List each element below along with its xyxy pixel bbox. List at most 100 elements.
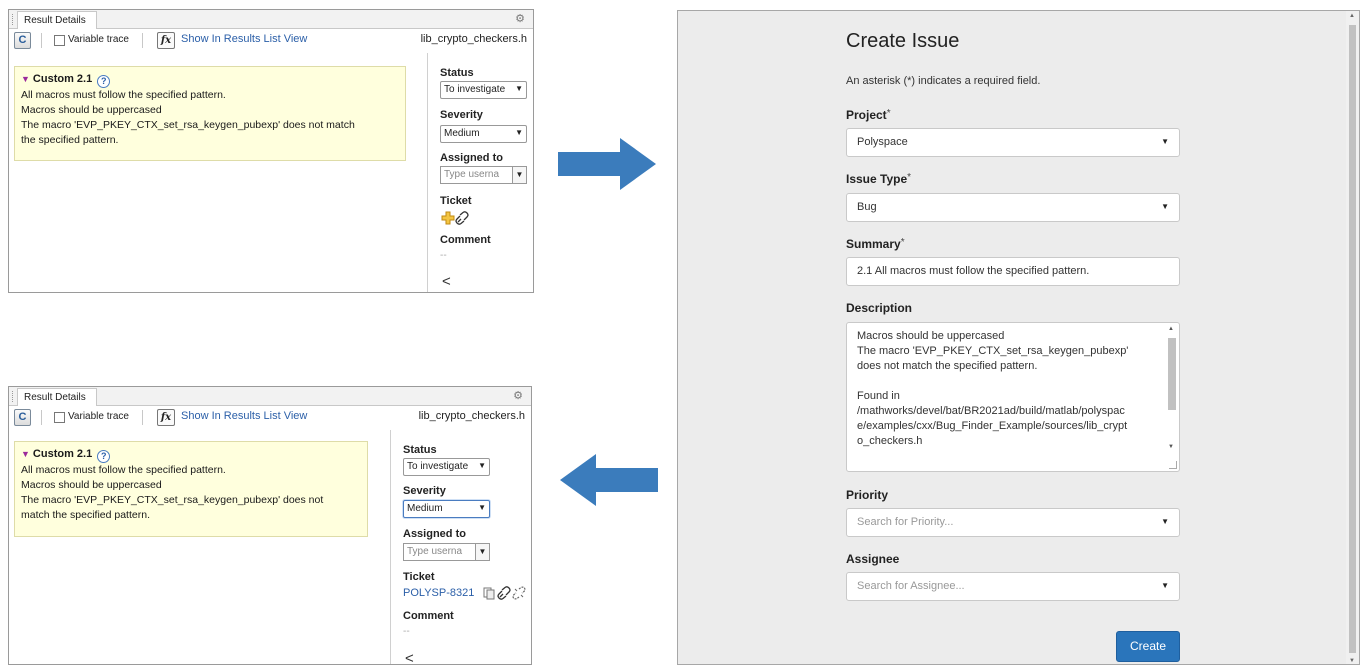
description-line: o_checkers.h: [857, 435, 923, 447]
description-text: Macros should be uppercased The macro 'E…: [857, 329, 1162, 449]
result-title-text: Custom 2.1: [32, 73, 93, 85]
severity-dropdown[interactable]: Medium ▼: [440, 125, 527, 143]
variable-trace-checkbox[interactable]: [54, 35, 65, 46]
link-icon[interactable]: [497, 586, 511, 600]
scroll-down-arrow-icon[interactable]: ▼: [1168, 444, 1174, 450]
issue-type-value: Bug: [857, 201, 877, 213]
required-asterisk: *: [907, 172, 912, 183]
description-line: e/examples/cxx/Bug_Finder_Example/source…: [857, 420, 1128, 432]
assigned-to-combobox[interactable]: Type userna ▼: [403, 543, 490, 561]
link-icon[interactable]: [455, 211, 469, 225]
gear-icon[interactable]: ⚙: [513, 389, 523, 402]
result-message-box: ▼ Custom 2.1 ? All macros must follow the…: [14, 441, 368, 537]
assignee-select[interactable]: Search for Assignee... ▼: [846, 572, 1180, 601]
ticket-label: Ticket: [440, 195, 472, 207]
triangle-down-icon[interactable]: ▼: [21, 449, 30, 459]
comment-label: Comment: [440, 234, 491, 246]
assigned-to-label: Assigned to: [403, 528, 466, 540]
unlink-icon[interactable]: [512, 586, 526, 600]
create-button[interactable]: Create: [1116, 631, 1180, 662]
message-line: Macros should be uppercased: [21, 479, 162, 491]
review-side-panel: Status To investigate ▼ Severity Medium …: [427, 53, 533, 292]
dropdown-arrow-icon[interactable]: ▼: [475, 544, 489, 560]
show-in-results-list-link[interactable]: Show In Results List View: [181, 410, 307, 422]
issue-type-select[interactable]: Bug ▼: [846, 193, 1180, 222]
resize-handle-icon[interactable]: [1169, 461, 1177, 469]
scrollbar-thumb[interactable]: [1349, 25, 1356, 653]
add-ticket-icon[interactable]: [441, 211, 455, 225]
assigned-to-placeholder: Type userna: [444, 169, 500, 180]
comment-value[interactable]: --: [440, 250, 447, 261]
project-select[interactable]: Polyspace ▼: [846, 128, 1180, 157]
project-label-text: Project: [846, 108, 887, 122]
assigned-to-combobox[interactable]: Type userna ▼: [440, 166, 527, 184]
description-textarea[interactable]: Macros should be uppercased The macro 'E…: [846, 322, 1180, 472]
file-name: lib_crypto_checkers.h: [418, 410, 525, 422]
variable-trace-checkbox[interactable]: [54, 412, 65, 423]
collapse-chevron-icon[interactable]: <: [442, 273, 451, 290]
refresh-icon[interactable]: C: [14, 409, 31, 426]
drag-grip-icon[interactable]: [12, 391, 14, 402]
result-details-panel-top: Result Details ⚙ C Variable trace fx Sho…: [8, 9, 534, 293]
status-label: Status: [403, 444, 437, 456]
fx-icon[interactable]: fx: [157, 32, 175, 49]
dropdown-arrow-icon[interactable]: ▼: [512, 167, 526, 183]
variable-trace-label: Variable trace: [68, 34, 129, 45]
review-side-panel: Status To investigate ▼ Severity Medium …: [390, 430, 531, 664]
dropdown-arrow-icon: ▼: [515, 84, 523, 93]
help-icon[interactable]: ?: [97, 75, 111, 88]
result-message-body: All macros must follow the specified pat…: [21, 88, 355, 148]
status-label: Status: [440, 67, 474, 79]
severity-value: Medium: [444, 128, 480, 139]
tab-result-details[interactable]: Result Details: [17, 388, 97, 406]
ticket-id-link[interactable]: POLYSP-8321: [403, 587, 474, 599]
assigned-to-label: Assigned to: [440, 152, 503, 164]
copy-icon[interactable]: [483, 587, 495, 600]
fx-icon[interactable]: fx: [157, 409, 175, 426]
comment-value[interactable]: --: [403, 626, 410, 637]
severity-label: Severity: [403, 485, 446, 497]
status-dropdown[interactable]: To investigate ▼: [440, 81, 527, 99]
message-line: The macro 'EVP_PKEY_CTX_set_rsa_keygen_p…: [21, 119, 355, 131]
toolbar-separator: [41, 410, 42, 425]
dropdown-arrow-icon: ▼: [478, 503, 486, 512]
required-field-note: An asterisk (*) indicates a required fie…: [846, 75, 1041, 87]
triangle-down-icon[interactable]: ▼: [21, 74, 30, 84]
description-line: Found in: [857, 390, 900, 402]
tab-result-details[interactable]: Result Details: [17, 11, 97, 29]
scroll-down-arrow-icon[interactable]: ▼: [1349, 658, 1355, 664]
result-title[interactable]: ▼ Custom 2.1 ?: [21, 73, 111, 88]
comment-label: Comment: [403, 610, 454, 622]
panel-toolbar: C Variable trace fx Show In Results List…: [9, 406, 531, 430]
description-line: does not match the specified pattern.: [857, 360, 1038, 372]
message-line: the specified pattern.: [21, 134, 119, 146]
collapse-chevron-icon[interactable]: <: [405, 650, 414, 664]
summary-input[interactable]: 2.1 All macros must follow the specified…: [846, 257, 1180, 286]
dialog-scrollbar[interactable]: ▲ ▼: [1346, 11, 1359, 664]
file-name: lib_crypto_checkers.h: [420, 33, 527, 45]
severity-dropdown[interactable]: Medium ▼: [403, 500, 490, 518]
drag-grip-icon[interactable]: [12, 14, 14, 25]
result-title[interactable]: ▼ Custom 2.1 ?: [21, 448, 111, 463]
issue-type-label: Issue Type*: [846, 172, 911, 186]
priority-placeholder: Search for Priority...: [857, 516, 954, 528]
description-line: Macros should be uppercased: [857, 330, 1005, 342]
scroll-up-arrow-icon[interactable]: ▲: [1168, 326, 1174, 332]
refresh-icon[interactable]: C: [14, 32, 31, 49]
description-scrollbar[interactable]: ▲ ▼: [1167, 326, 1177, 454]
show-in-results-list-link[interactable]: Show In Results List View: [181, 33, 307, 45]
result-message-body: All macros must follow the specified pat…: [21, 463, 323, 523]
priority-label: Priority: [846, 488, 889, 502]
scroll-up-arrow-icon[interactable]: ▲: [1349, 13, 1355, 19]
result-details-panel-bottom: Result Details ⚙ C Variable trace fx Sho…: [8, 386, 532, 665]
priority-select[interactable]: Search for Priority... ▼: [846, 508, 1180, 537]
result-message-box: ▼ Custom 2.1 ? All macros must follow the…: [14, 66, 406, 161]
severity-label: Severity: [440, 109, 483, 121]
status-dropdown[interactable]: To investigate ▼: [403, 458, 490, 476]
scrollbar-thumb[interactable]: [1168, 338, 1176, 410]
gear-icon[interactable]: ⚙: [515, 12, 525, 25]
help-icon[interactable]: ?: [97, 450, 111, 463]
dropdown-arrow-icon: ▼: [1161, 581, 1169, 590]
required-asterisk: *: [886, 108, 891, 119]
severity-value: Medium: [407, 503, 443, 514]
